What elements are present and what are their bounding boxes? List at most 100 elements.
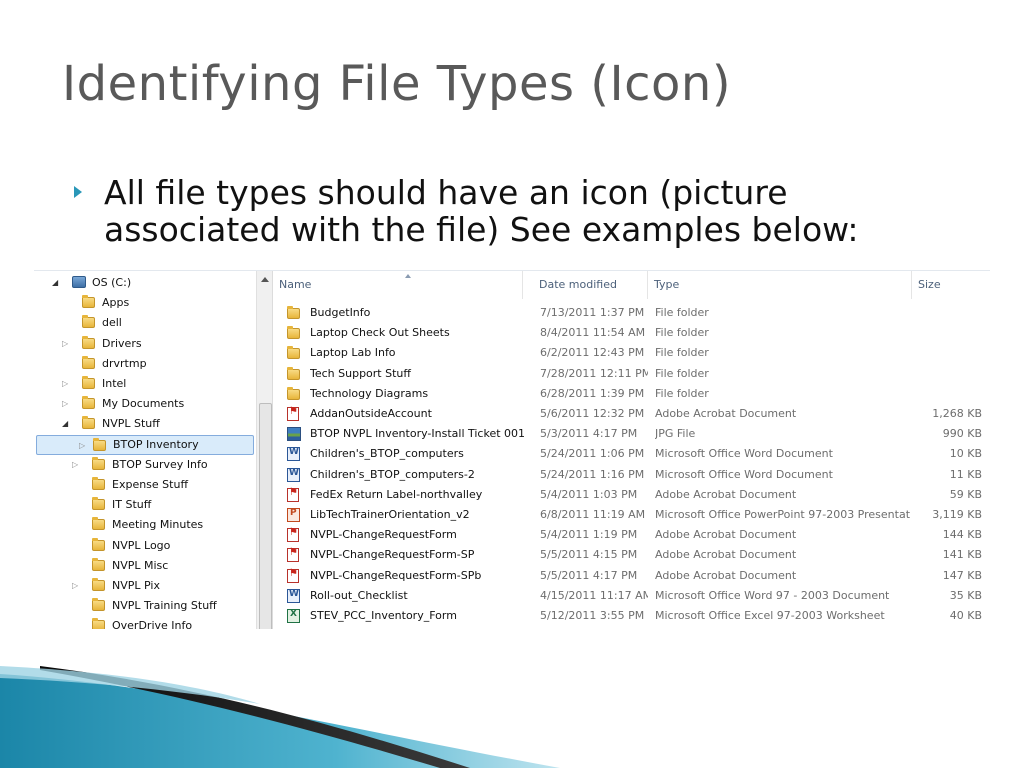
scroll-up-arrow-icon[interactable] [261,277,269,282]
folder-icon [92,598,105,612]
file-date: 6/2/2011 12:43 PM [540,346,645,360]
file-size: 11 KB [949,467,982,481]
file-name: Technology Diagrams [310,386,429,400]
powerpoint-document-icon [287,508,300,522]
file-type: Microsoft Office Excel 97-2003 Worksheet [655,609,885,622]
folder-icon [287,306,300,319]
file-date: 6/8/2011 11:19 AM [540,508,646,521]
collapsed-triangle-icon[interactable]: ▷ [62,334,70,354]
tree-item[interactable]: dell [34,313,256,333]
file-name: STEV_PCC_Inventory_Form [310,609,457,622]
file-date: 8/4/2011 11:54 AM [540,326,646,340]
file-explorer-screenshot: ◢ OS (C:) Apps dell ▷ Drivers drvrtmp ▷ Intel ▷ My… [34,270,990,629]
tree-item[interactable]: Apps [34,293,256,313]
tree-item[interactable]: ◢ NVPL Stuff [34,414,256,434]
file-row[interactable]: Tech Support Stuff 7/28/2011 12:11 PM File… [273,364,990,384]
scrollbar-thumb[interactable] [259,403,272,629]
column-header-type[interactable]: Type [648,271,912,299]
file-row[interactable]: NVPL-ChangeRequestForm-SP 5/5/2011 4:15 P… [273,545,990,565]
file-name: FedEx Return Label-northvalley [310,487,483,501]
file-type: Adobe Acrobat Document [655,407,797,420]
tree-item[interactable]: Meeting Minutes [34,515,256,535]
tree-item[interactable]: ◢ OS (C:) [34,273,256,293]
collapsed-triangle-icon[interactable]: ▷ [62,374,70,394]
tree-item[interactable]: ▷ Drivers [34,334,256,354]
collapsed-triangle-icon[interactable]: ▷ [62,394,70,414]
file-row[interactable]: Laptop Lab Info 6/2/2011 12:43 PM File fol… [273,343,990,363]
file-type: Adobe Acrobat Document [655,548,797,562]
file-row[interactable]: LibTechTrainerOrientation_v2 6/8/2011 11:… [273,505,990,525]
folder-icon [82,315,95,329]
column-header-name-label: Name [279,278,312,291]
file-date: 5/12/2011 3:55 PM [540,609,645,622]
file-row[interactable]: Children's_BTOP_computers 5/24/2011 1:06 … [273,444,990,464]
file-row[interactable]: AddanOutsideAccount 5/6/2011 12:32 PM Adob… [273,404,990,424]
file-name: NVPL-ChangeRequestForm [310,528,457,542]
file-row[interactable]: NVPL-ChangeRequestForm-SPb 5/5/2011 4:17 … [273,566,990,586]
tree-item-label: NVPL Pix [112,579,160,592]
file-row[interactable]: Technology Diagrams 6/28/2011 1:39 PM File… [273,384,990,404]
tree-item-label: NVPL Misc [112,558,169,572]
file-row[interactable]: FedEx Return Label-northvalley 5/4/2011 1… [273,485,990,505]
file-type: Microsoft Office Word Document [655,467,833,481]
tree-item[interactable]: ▷ BTOP Inventory [36,434,254,456]
tree-item-label: BTOP Inventory [113,437,199,451]
pdf-document-icon [287,527,299,543]
bullet-arrow-icon [74,186,82,198]
tree-item[interactable]: drvrtmp [34,354,256,374]
tree-item-label: Meeting Minutes [112,518,204,532]
file-row[interactable]: BTOP NVPL Inventory-Install Ticket 001 5/… [273,424,990,444]
file-type: File folder [655,346,709,360]
file-date: 5/24/2011 1:16 PM [540,467,645,481]
file-type: File folder [655,326,709,340]
tree-item[interactable]: ▷ NVPL Pix [34,576,256,596]
tree-item[interactable]: ▷ Intel [34,374,256,394]
navigation-scrollbar[interactable] [256,271,272,629]
column-header-size[interactable]: Size [912,271,990,299]
file-name: BudgetInfo [310,306,371,319]
file-type: JPG File [655,427,696,441]
collapsed-triangle-icon[interactable]: ▷ [79,436,87,456]
file-row[interactable]: STEV_PCC_Inventory_Form 5/12/2011 3:55 PM… [273,606,990,626]
tree-item[interactable]: IT Stuff [34,495,256,515]
file-row[interactable]: Children's_BTOP_computers-2 5/24/2011 1:1… [273,465,990,485]
tree-item[interactable]: NVPL Logo [34,536,256,556]
folder-icon [92,578,105,591]
file-name: LibTechTrainerOrientation_v2 [310,508,470,521]
folder-icon [92,456,105,470]
file-row[interactable]: NVPL-ChangeRequestForm 5/4/2011 1:19 PM Ad… [273,525,990,545]
tree-item[interactable]: OverDrive Info [34,616,256,629]
file-size: 40 KB [949,609,982,622]
file-date: 5/6/2011 12:32 PM [540,407,645,420]
file-row[interactable]: BudgetInfo 7/13/2011 1:37 PM File folder [273,303,990,323]
file-date: 7/13/2011 1:37 PM [540,306,645,319]
tree-item[interactable]: Expense Stuff [34,475,256,495]
file-name: Laptop Check Out Sheets [310,326,450,340]
expanded-triangle-icon[interactable]: ◢ [52,273,60,293]
collapsed-triangle-icon[interactable]: ▷ [72,576,80,596]
file-row[interactable]: Laptop Check Out Sheets 8/4/2011 11:54 AM… [273,323,990,343]
file-name: NVPL-ChangeRequestForm-SP [310,548,475,562]
drive-icon [72,276,86,288]
collapsed-triangle-icon[interactable]: ▷ [72,455,80,475]
file-date: 7/28/2011 12:11 PM [540,366,648,380]
column-header-name[interactable]: Name [273,271,523,299]
file-type: File folder [655,386,709,400]
tree-item-label: Intel [102,377,127,390]
word-document-icon [287,467,300,482]
tree-item[interactable]: NVPL Misc [34,556,256,576]
file-type: Adobe Acrobat Document [655,568,797,582]
file-name: BTOP NVPL Inventory-Install Ticket 001 [310,427,526,441]
tree-item[interactable]: ▷ My Documents [34,394,256,414]
folder-icon [82,355,95,369]
file-type: Adobe Acrobat Document [655,528,797,542]
file-type: Microsoft Office PowerPoint 97-2003 Pres… [655,508,910,521]
column-header-date[interactable]: Date modified [533,271,648,299]
file-row[interactable]: Roll-out_Checklist 4/15/2011 11:17 AM Micr… [273,586,990,606]
tree-item[interactable]: ▷ BTOP Survey Info [34,455,256,475]
excel-worksheet-icon [287,609,300,623]
tree-item[interactable]: NVPL Training Stuff [34,596,256,616]
word-document-icon [287,447,300,462]
file-date: 5/5/2011 4:15 PM [540,548,638,562]
expanded-triangle-icon[interactable]: ◢ [62,414,70,434]
